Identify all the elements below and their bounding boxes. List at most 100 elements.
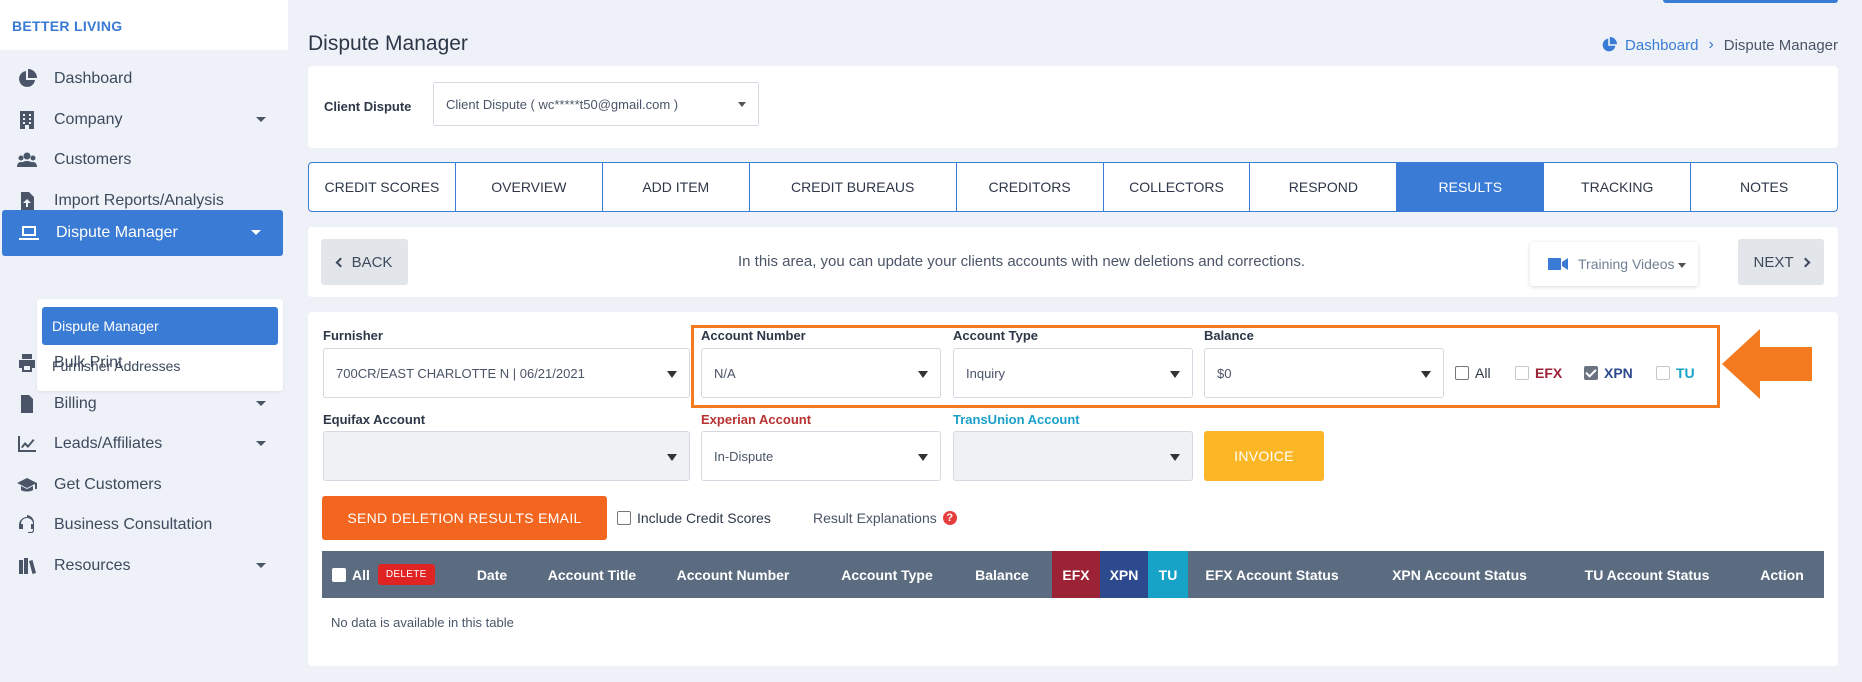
column-date[interactable]: Date — [467, 551, 517, 598]
sidebar-item-business-consultation[interactable]: Business Consultation — [0, 502, 288, 548]
results-table-header: All DELETE Date Account Title Account Nu… — [322, 551, 1824, 598]
column-tu-account-status[interactable]: TU Account Status — [1572, 551, 1722, 598]
invoice-icon — [16, 393, 38, 415]
dispute-tabs: CREDIT SCORES OVERVIEW ADD ITEM CREDIT B… — [308, 162, 1838, 212]
furnisher-label: Furnisher — [323, 328, 383, 343]
table-empty-message: No data is available in this table — [331, 615, 514, 630]
laptop-icon — [18, 222, 40, 244]
column-account-title[interactable]: Account Title — [532, 551, 652, 598]
checkbox[interactable] — [617, 511, 631, 525]
chevron-down-icon — [256, 563, 266, 568]
pie-chart-icon — [16, 68, 38, 90]
tab-respond[interactable]: RESPOND — [1250, 163, 1398, 211]
printer-icon — [16, 352, 38, 374]
breadcrumb-current: Dispute Manager — [1723, 36, 1838, 54]
back-button[interactable]: BACK — [321, 239, 408, 285]
tab-credit-bureaus[interactable]: CREDIT BUREAUS — [750, 163, 957, 211]
column-balance[interactable]: Balance — [962, 551, 1042, 598]
client-dispute-card: Client Dispute Client Dispute ( wc*****t… — [308, 66, 1838, 148]
graduation-cap-icon — [16, 474, 38, 496]
chevron-down-icon — [256, 117, 266, 122]
sidebar-item-label: Business Consultation — [54, 516, 213, 533]
experian-account-select[interactable]: In-Dispute — [701, 431, 941, 481]
chevron-left-icon — [335, 257, 346, 267]
experian-account-label: Experian Account — [701, 412, 812, 427]
sidebar-item-label: Customers — [54, 151, 132, 168]
result-explanations-link[interactable]: Result Explanations ? — [813, 510, 957, 526]
books-icon — [16, 555, 38, 577]
video-camera-icon — [1548, 258, 1568, 270]
sidebar-item-dispute-manager[interactable]: Dispute Manager — [2, 210, 283, 256]
equifax-account-label: Equifax Account — [323, 412, 426, 427]
sidebar-item-bulk-print[interactable]: Bulk Print — [0, 340, 288, 386]
sidebar-item-dashboard[interactable]: Dashboard — [0, 56, 288, 102]
chevron-down-icon — [918, 454, 928, 461]
include-credit-scores-checkbox[interactable]: Include Credit Scores — [617, 510, 771, 526]
column-efx-account-status[interactable]: EFX Account Status — [1197, 551, 1347, 598]
column-tu[interactable]: TU — [1148, 551, 1188, 598]
chevron-down-icon — [667, 371, 677, 378]
brand-name: BETTER LIVING — [12, 18, 123, 34]
line-chart-icon — [16, 433, 38, 455]
sidebar-item-customers[interactable]: Customers — [0, 137, 288, 183]
column-efx[interactable]: EFX — [1052, 551, 1100, 598]
breadcrumb: Dashboard › Dispute Manager — [1601, 36, 1838, 54]
sidebar-item-label: Dashboard — [54, 70, 133, 87]
column-xpn[interactable]: XPN — [1100, 551, 1148, 598]
tab-tracking[interactable]: TRACKING — [1544, 163, 1692, 211]
pie-chart-icon — [1602, 37, 1618, 52]
column-action[interactable]: Action — [1747, 551, 1817, 598]
sidebar-item-label: Resources — [54, 557, 131, 574]
invoice-button[interactable]: INVOICE — [1204, 431, 1324, 481]
tab-add-item[interactable]: ADD ITEM — [603, 163, 750, 211]
column-xpn-account-status[interactable]: XPN Account Status — [1377, 551, 1542, 598]
send-deletion-results-email-button[interactable]: SEND DELETION RESULTS EMAIL — [322, 496, 607, 540]
training-videos-label: Training Videos — [1578, 256, 1675, 272]
client-dispute-label: Client Dispute — [324, 99, 412, 114]
sidebar-item-label: Company — [54, 111, 123, 128]
arrow-left-icon — [1722, 329, 1812, 399]
action-bar: BACK In this area, you can update your c… — [308, 227, 1838, 297]
breadcrumb-home[interactable]: Dashboard — [1601, 37, 1698, 54]
checkbox[interactable] — [332, 567, 346, 582]
next-button-label: NEXT — [1753, 253, 1794, 271]
file-upload-icon — [16, 190, 38, 212]
transunion-account-select[interactable] — [953, 431, 1193, 481]
delete-button[interactable]: DELETE — [377, 564, 435, 585]
tab-overview[interactable]: OVERVIEW — [456, 163, 603, 211]
sidebar-item-leads-affiliates[interactable]: Leads/Affiliates — [0, 421, 288, 467]
help-icon[interactable]: ? — [942, 511, 957, 525]
include-credit-scores-label: Include Credit Scores — [637, 510, 771, 526]
tab-credit-scores[interactable]: CREDIT SCORES — [309, 163, 456, 211]
chevron-right-icon — [1800, 257, 1810, 267]
back-button-label: BACK — [351, 253, 393, 271]
users-icon — [16, 149, 38, 171]
result-explanations-label: Result Explanations — [813, 510, 937, 526]
tab-notes[interactable]: NOTES — [1691, 163, 1837, 211]
chevron-down-icon — [738, 102, 746, 107]
highlight-box — [691, 325, 1720, 408]
tab-results[interactable]: RESULTS — [1397, 163, 1545, 211]
column-account-type[interactable]: Account Type — [822, 551, 952, 598]
sidebar-item-label: Bulk Print — [54, 354, 123, 371]
training-videos-dropdown[interactable]: Training Videos — [1530, 242, 1698, 286]
chevron-down-icon — [256, 441, 266, 446]
next-button[interactable]: NEXT — [1738, 239, 1824, 285]
tab-collectors[interactable]: COLLECTORS — [1104, 163, 1251, 211]
building-icon — [16, 109, 38, 131]
client-dispute-select[interactable]: Client Dispute ( wc*****t50@gmail.com ) — [433, 82, 759, 126]
sidebar-item-label: Dispute Manager — [56, 224, 178, 241]
sidebar-item-label: Billing — [54, 395, 97, 412]
breadcrumb-home-label: Dashboard — [1625, 36, 1699, 54]
sidebar-item-resources[interactable]: Resources — [0, 543, 288, 589]
select-all-column[interactable]: All DELETE — [332, 551, 435, 598]
page-title: Dispute Manager — [308, 32, 468, 55]
column-account-number[interactable]: Account Number — [663, 551, 803, 598]
tab-creditors[interactable]: CREDITORS — [957, 163, 1104, 211]
equifax-account-select[interactable] — [323, 431, 690, 481]
furnisher-value: 700CR/EAST CHARLOTTE N | 06/21/2021 — [336, 365, 585, 381]
brand-logo[interactable]: BETTER LIVING — [0, 0, 288, 50]
sidebar-item-label: Import Reports/Analysis — [54, 192, 224, 209]
chevron-down-icon — [667, 454, 677, 461]
furnisher-select[interactable]: 700CR/EAST CHARLOTTE N | 06/21/2021 — [323, 348, 690, 398]
